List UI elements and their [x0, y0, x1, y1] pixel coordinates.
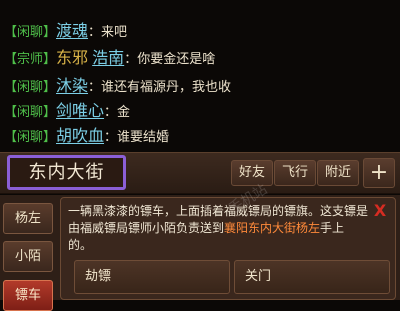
chat-separator: ：: [88, 25, 102, 40]
sidebar-item-xiaomo[interactable]: 小陌: [3, 241, 53, 272]
close-icon[interactable]: X: [372, 203, 388, 219]
chat-separator: ：: [124, 52, 138, 67]
location-name[interactable]: 东内大街: [7, 155, 126, 190]
chat-message: 【闲聊】沐染：谁还有福源丹，我也收: [4, 75, 231, 97]
description-text: 一辆黑漆漆的镖车，上面插着福威镖局的镖旗。这支镖是由福威镖局镖师小陌负责送到襄阳…: [68, 203, 368, 254]
chat-message: 【闲聊】胡吹血：谁要结婚: [4, 125, 169, 147]
sidebar-item-yangzuo[interactable]: 杨左: [3, 203, 53, 234]
chat-separator: ：: [104, 105, 118, 120]
chat-text: 你要金还是啥: [137, 52, 216, 67]
chat-sender[interactable]: 浩南: [92, 48, 124, 67]
chat-channel: 【闲聊】: [4, 25, 57, 40]
chat-sender-title[interactable]: 东邪: [56, 48, 88, 67]
chat-channel: 【闲聊】: [4, 130, 57, 145]
chat-channel: 【闲聊】: [4, 105, 57, 120]
plus-icon[interactable]: +: [363, 158, 395, 188]
description-highlight[interactable]: 襄阳东内大街杨左: [224, 221, 320, 235]
chat-channel: 【宗师】: [4, 52, 57, 67]
chat-log: 【闲聊】渡魂：来吧 【宗师】东邪 浩南：你要金还是啥 【闲聊】沐染：谁还有福源丹…: [0, 0, 400, 151]
chat-message: 【闲聊】渡魂：来吧: [4, 20, 127, 42]
chat-sender[interactable]: 剑唯心: [56, 101, 104, 120]
chat-text: 谁还有福源丹，我也收: [101, 80, 232, 95]
chat-separator: ：: [104, 130, 118, 145]
chat-sender[interactable]: 沐染: [56, 76, 88, 95]
chat-message: 【宗师】东邪 浩南：你要金还是啥: [4, 47, 215, 69]
chat-text: 谁要结婚: [117, 130, 170, 145]
rob-escort-button[interactable]: 劫镖: [74, 260, 230, 294]
chat-sender[interactable]: 渡魂: [56, 21, 88, 40]
chat-message: 【闲聊】剑唯心：金: [4, 100, 130, 122]
nearby-button[interactable]: 附近: [317, 160, 359, 186]
chat-text: 金: [117, 105, 131, 120]
sidebar-item-escort-cart[interactable]: 镖车: [3, 280, 53, 311]
close-door-button[interactable]: 关门: [234, 260, 390, 294]
chat-channel: 【闲聊】: [4, 80, 57, 95]
fly-button[interactable]: 飞行: [274, 160, 316, 186]
chat-text: 来吧: [101, 25, 128, 40]
friends-button[interactable]: 好友: [231, 160, 273, 186]
chat-separator: ：: [88, 80, 102, 95]
chat-sender[interactable]: 胡吹血: [56, 126, 104, 145]
